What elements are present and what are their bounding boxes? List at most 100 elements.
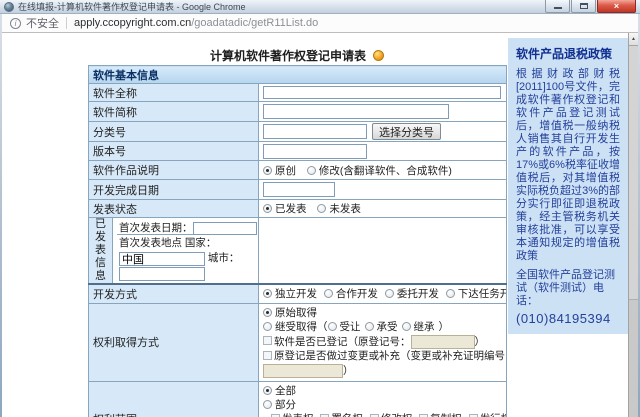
table-row: 开发方式 独立开发 合作开发 委托开发 下达任务开发 [89,284,507,303]
radio-transfer[interactable] [328,322,337,331]
change-certificate-number-input[interactable] [263,364,343,378]
radio-succession-acquisition[interactable] [263,322,272,331]
rights-acquisition-row: 权利取得方式 原始取得 继受取得（受让承受继承） 软件是否已登记（原登记号：） … [89,303,507,381]
software-full-name-input[interactable] [263,86,501,99]
radio-label: 全部 [275,385,296,397]
radio-label: 合作开发 [336,288,378,300]
checkbox-reproduction-right[interactable] [419,414,428,417]
published-info-row: 已发表信息 首次发表日期： 首次发表地点 国家： 城市： [89,218,507,285]
checkbox-modification-right[interactable] [370,414,379,417]
radio-scope-part[interactable] [263,400,272,409]
checkbox-changed-or-supplemented[interactable] [263,351,272,360]
url-path[interactable]: /goadatadic/getR11List.do [191,17,318,29]
radio-unpublished[interactable] [317,204,326,213]
close-icon: × [614,2,619,11]
radio-label: 委托开发 [397,288,439,300]
reg-number-prefix: （原登记号： [348,335,411,347]
field-label: 软件全称 [89,84,259,102]
radio-original-acquisition[interactable] [263,308,272,317]
radio-label: 原始取得 [275,307,317,319]
section-header-row: 软件基本信息 [89,66,507,84]
publish-country-input[interactable] [119,252,205,266]
window-titlebar: 在线填报-计算机软件著作权登记申请表 - Google Chrome × [0,0,640,14]
publish-city-label: 城市： [208,252,240,264]
radio-label: 承受 [377,321,398,333]
page-scrollbar[interactable]: ▲ [628,33,638,417]
first-publish-date-label: 首次发表日期： [119,222,193,234]
minimize-icon [554,7,562,9]
radio-assume[interactable] [365,322,374,331]
original-registration-number-input[interactable] [411,335,475,349]
table-row: 版本号 [89,142,507,161]
maximize-icon [580,3,588,9]
paren-close: ） [439,321,450,333]
development-date-input[interactable] [263,182,335,197]
checkbox-label: 署名权 [331,413,363,417]
radio-label: 受让 [340,321,361,333]
field-label: 权利取得方式 [89,303,259,381]
radio-independent-dev[interactable] [263,289,272,298]
radio-published[interactable] [263,204,272,213]
checkbox-label: 复制权 [430,413,462,417]
page-info-icon[interactable]: i [10,18,21,29]
table-row: 软件简称 [89,102,507,122]
radio-commissioned-dev[interactable] [385,289,394,298]
radio-label: 修改(含翻译软件、合成软件) [319,165,452,177]
table-row: 软件作品说明 原创 修改(含翻译软件、合成软件) [89,161,507,180]
section-header: 软件基本信息 [89,66,507,84]
page-title: 计算机软件著作权登记申请表 [210,47,366,64]
checkbox-authorship-right[interactable] [320,414,329,417]
radio-label: 已发表 [275,203,307,215]
radio-original[interactable] [263,166,272,175]
checkbox-publication-right[interactable] [271,414,280,417]
checkbox-label: 发行权 [480,413,507,417]
close-button[interactable]: × [597,0,636,13]
scroll-up-icon: ▲ [631,36,636,42]
scrollbar-up-button[interactable]: ▲ [629,33,638,46]
scrollbar-thumb[interactable] [629,46,638,300]
reg-number-suffix: ） [475,335,486,347]
maximize-button[interactable] [571,0,596,13]
addressbar-divider [66,17,67,29]
url-host[interactable]: apply.ccopyright.com.cn [74,17,191,29]
field-label: 开发方式 [89,284,259,303]
radio-inherit[interactable] [402,322,411,331]
first-publish-date-input[interactable] [193,222,257,235]
classification-number-input[interactable] [263,124,367,139]
tax-policy-sidebar: 软件产品退税政策 根据财政部财税[2011]100号文件，完成软件著作权登记和软… [508,38,628,334]
security-status-label[interactable]: 不安全 [26,15,59,31]
page-favicon-icon [4,2,14,12]
radio-scope-all[interactable] [263,386,272,395]
change-number-suffix: ） [343,364,354,376]
field-label: 软件简称 [89,102,259,122]
radio-cooperative-dev[interactable] [324,289,333,298]
radio-label: 下达任务开发 [458,288,507,300]
sidebar-contact-label: 全国软件产品登记测试（软件测试）电话： [516,269,620,308]
checkbox-distribution-right[interactable] [469,414,478,417]
minimize-button[interactable] [545,0,570,13]
radio-label: 继受取得 [275,321,317,333]
software-short-name-input[interactable] [263,104,449,119]
select-classification-button[interactable]: 选择分类号 [372,123,441,140]
page-title-row: 计算机软件著作权登记申请表 [88,47,506,64]
checkbox-label: 软件是否已登记 [274,335,348,347]
radio-modified[interactable] [307,166,316,175]
publish-city-input[interactable] [119,267,205,281]
checkbox-already-registered[interactable] [263,336,272,345]
table-row: 分类号 选择分类号 [89,122,507,142]
sidebar-phone-number: (010)84195394 [516,311,620,326]
radio-label: 部分 [275,399,296,411]
rights-scope-row: 权利范围 全部 部分 发表权 署名权 修改权 复制权 发行权 出租权 信息网络传… [89,381,507,417]
field-label: 开发完成日期 [89,180,259,200]
window-title: 在线填报-计算机软件著作权登记申请表 - Google Chrome [18,2,246,12]
field-label: 发表状态 [89,200,259,218]
address-bar[interactable]: i 不安全 apply.ccopyright.com.cn/goadatadic… [2,14,638,33]
change-number-prefix: （变更或补充证明编号： [400,350,507,362]
help-icon[interactable] [373,50,384,61]
radio-label: 未发表 [329,203,361,215]
field-label: 软件作品说明 [89,161,259,180]
radio-assigned-dev[interactable] [446,289,455,298]
paren-open: （ [317,321,328,333]
version-number-input[interactable] [263,144,367,159]
first-publish-place-label: 首次发表地点 国家： [119,237,252,249]
